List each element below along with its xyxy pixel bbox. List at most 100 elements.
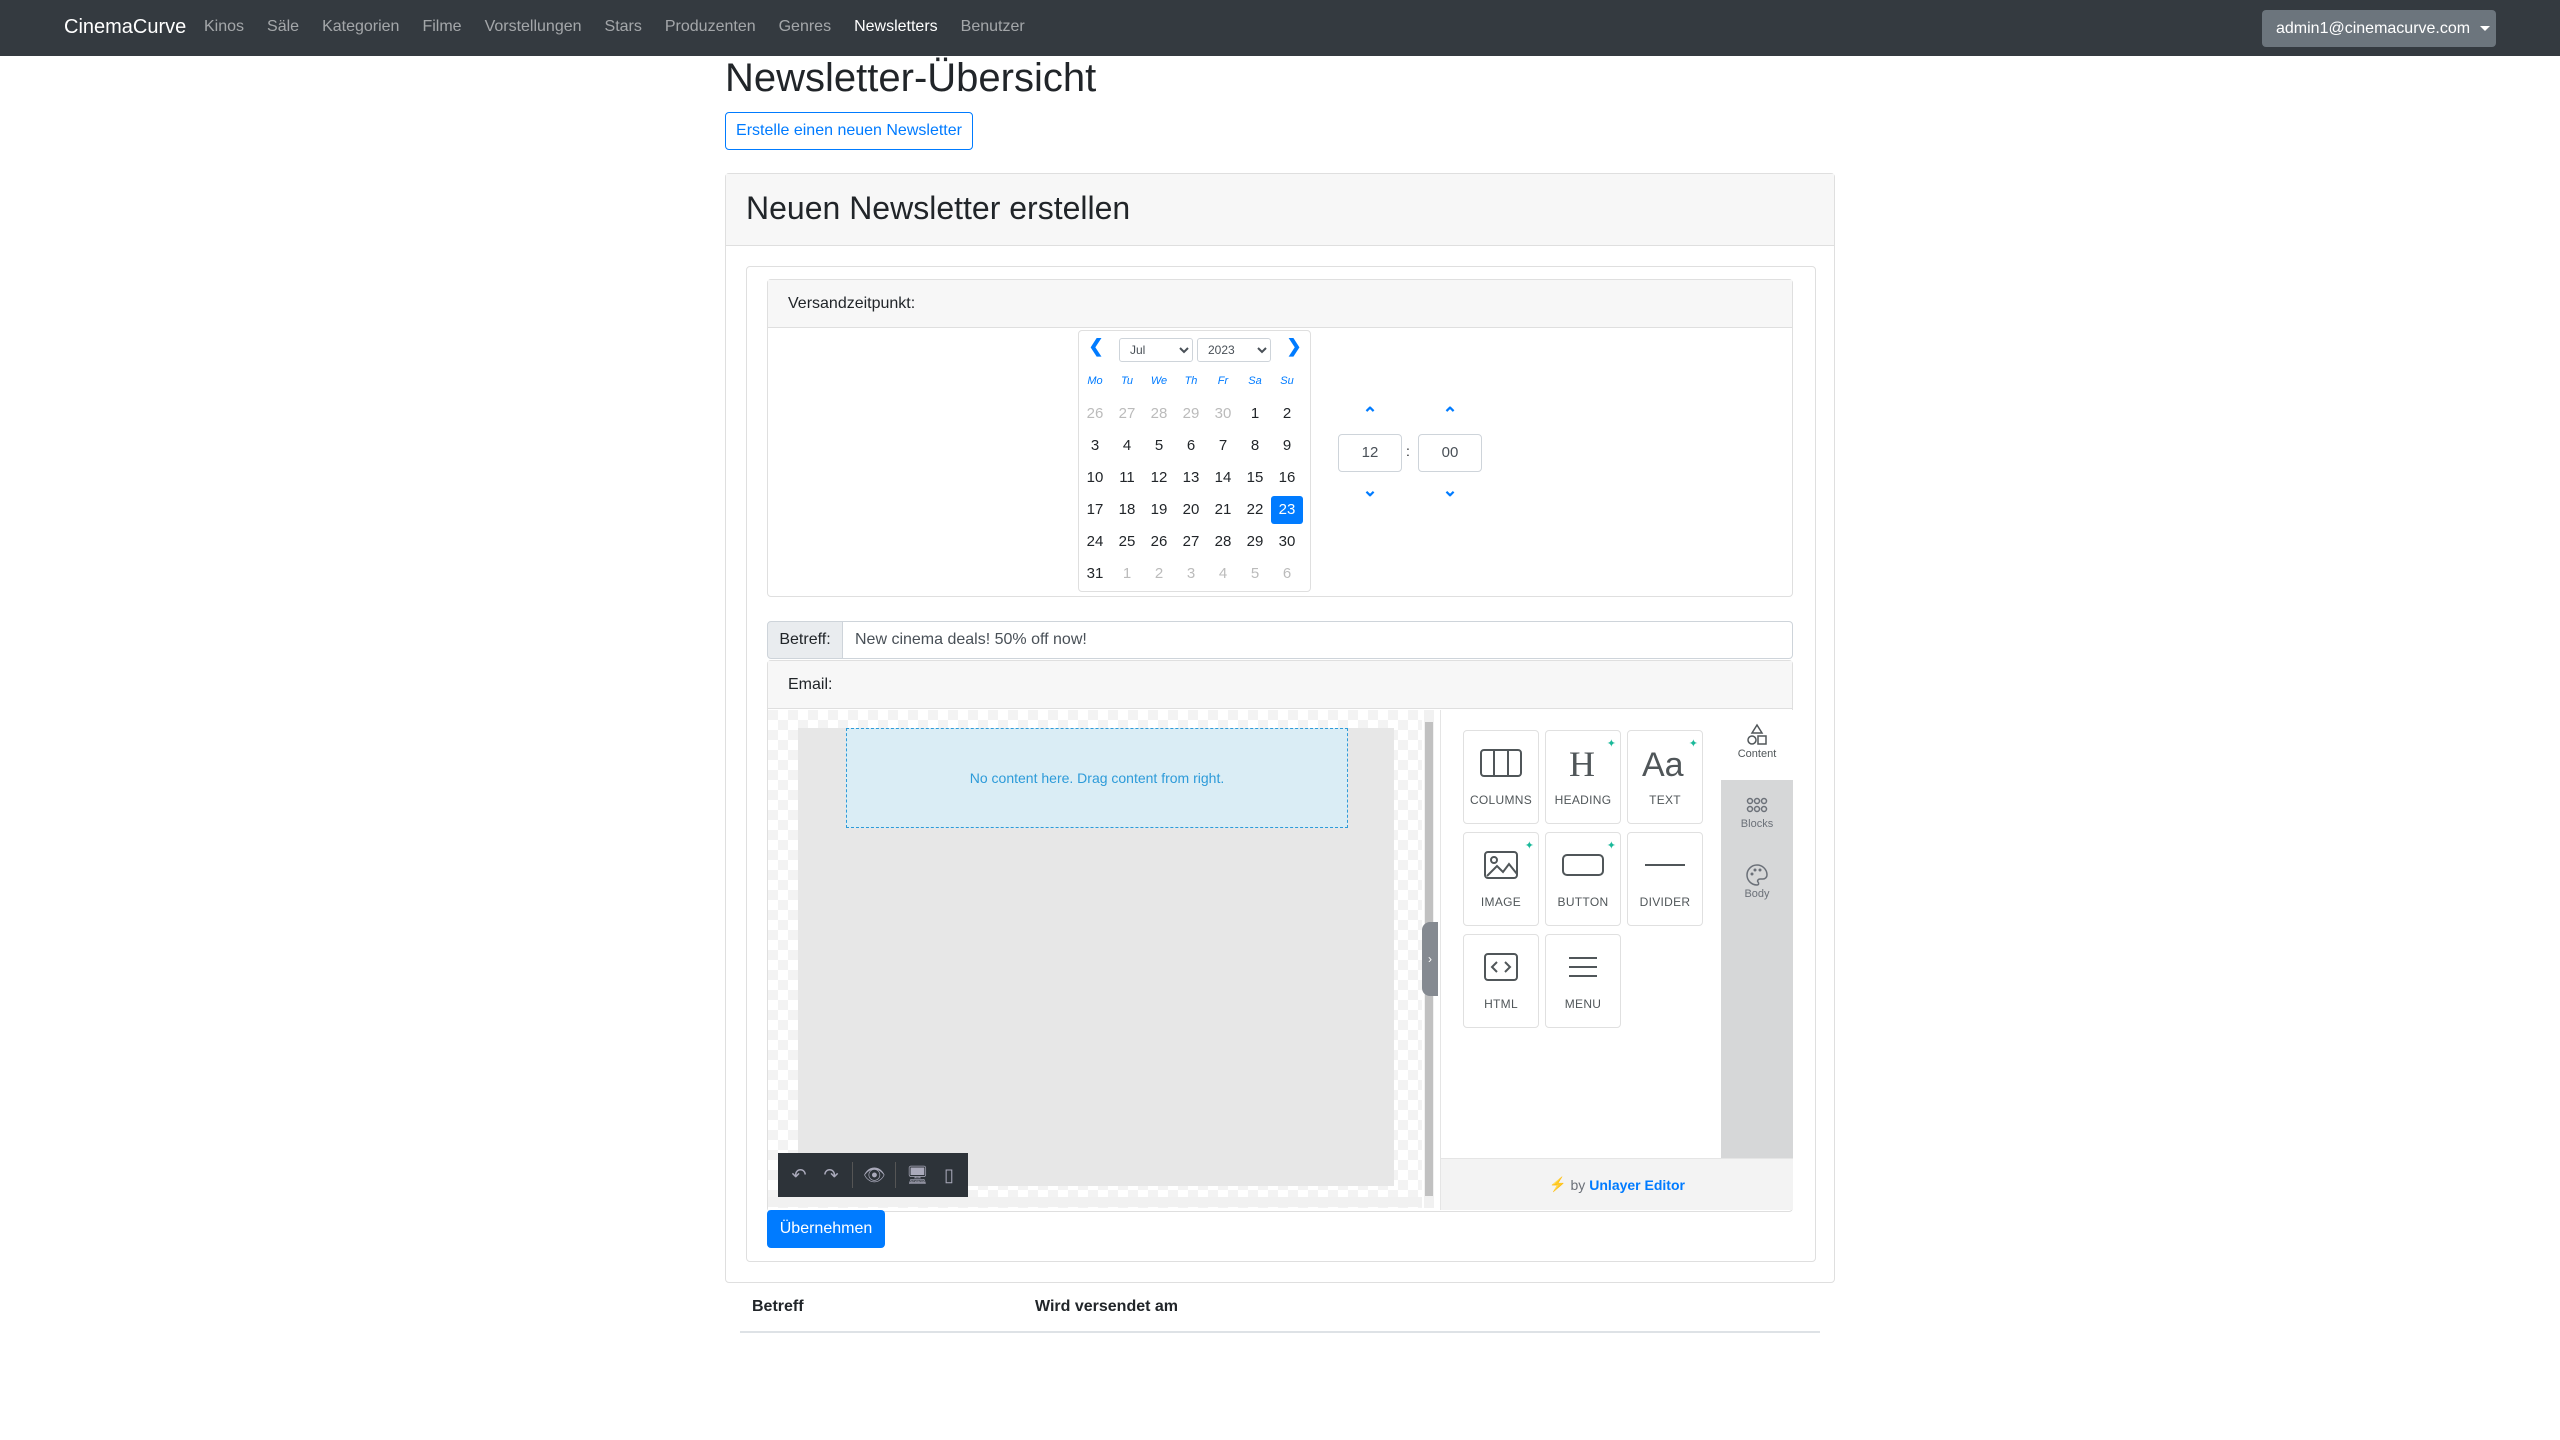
day-cell[interactable]: 26 bbox=[1079, 400, 1111, 428]
day-cell[interactable]: 13 bbox=[1175, 464, 1207, 492]
editor-canvas[interactable]: No content here. Drag content from right… bbox=[768, 710, 1422, 1208]
day-cell[interactable]: 29 bbox=[1175, 400, 1207, 428]
day-cell[interactable]: 30 bbox=[1271, 528, 1303, 556]
minute-input[interactable]: 00 bbox=[1418, 434, 1482, 472]
tab-content[interactable]: Content bbox=[1721, 710, 1793, 780]
day-cell[interactable]: 17 bbox=[1079, 496, 1111, 524]
branding-link[interactable]: Unlayer Editor bbox=[1589, 1177, 1685, 1193]
unlayer-branding[interactable]: ⚡ by Unlayer Editor bbox=[1441, 1158, 1793, 1210]
column-header-subject[interactable]: Betreff bbox=[752, 1298, 1035, 1316]
day-cell[interactable]: 21 bbox=[1207, 496, 1239, 524]
nav-link-vorstellungen[interactable]: Vorstellungen bbox=[485, 18, 582, 36]
day-cell[interactable]: 6 bbox=[1271, 560, 1303, 588]
apply-button[interactable]: Übernehmen bbox=[767, 1210, 885, 1248]
day-cell[interactable]: 4 bbox=[1111, 432, 1143, 460]
minute-increment-icon[interactable]: ⌃ bbox=[1440, 404, 1460, 425]
day-cell[interactable]: 29 bbox=[1239, 528, 1271, 556]
subject-input[interactable]: New cinema deals! 50% off now! bbox=[843, 621, 1793, 659]
day-cell[interactable]: 4 bbox=[1207, 560, 1239, 588]
day-cell[interactable]: 7 bbox=[1207, 432, 1239, 460]
weekday-label: Mo bbox=[1087, 375, 1103, 387]
panel-toggle-chevron-icon[interactable]: › bbox=[1422, 922, 1438, 996]
column-header-send-date[interactable]: Wird versendet am bbox=[1035, 1298, 1178, 1316]
nav-link-kinos[interactable]: Kinos bbox=[204, 18, 244, 36]
nav-link-stars[interactable]: Stars bbox=[605, 18, 642, 36]
tab-blocks[interactable]: Blocks bbox=[1721, 780, 1793, 850]
nav-link-genres[interactable]: Genres bbox=[779, 18, 831, 36]
preview-eye-icon[interactable]: 👁 bbox=[863, 1165, 886, 1186]
day-cell[interactable]: 10 bbox=[1079, 464, 1111, 492]
day-cell[interactable]: 6 bbox=[1175, 432, 1207, 460]
subject-input-group: Betreff: New cinema deals! 50% off now! bbox=[767, 621, 1793, 659]
hour-decrement-icon[interactable]: ⌄ bbox=[1360, 480, 1380, 501]
nav-link-saele[interactable]: Säle bbox=[267, 18, 299, 36]
week-row: 17 18 19 20 21 22 23 bbox=[1079, 496, 1310, 524]
tool-divider[interactable]: DIVIDER bbox=[1627, 832, 1703, 926]
undo-icon[interactable]: ↶ bbox=[788, 1165, 810, 1186]
chevron-left-icon[interactable]: ❮ bbox=[1087, 337, 1105, 355]
desktop-icon[interactable]: 🖥 bbox=[906, 1165, 929, 1186]
day-cell[interactable]: 8 bbox=[1239, 432, 1271, 460]
day-cell[interactable]: 18 bbox=[1111, 496, 1143, 524]
create-newsletter-button[interactable]: Erstelle einen neuen Newsletter bbox=[725, 112, 973, 150]
day-cell[interactable]: 16 bbox=[1271, 464, 1303, 492]
tab-body[interactable]: Body bbox=[1721, 850, 1793, 920]
day-cell[interactable]: 20 bbox=[1175, 496, 1207, 524]
year-select[interactable]: 2023 bbox=[1197, 338, 1271, 362]
tool-heading[interactable]: ✦ H HEADING bbox=[1545, 730, 1621, 824]
day-cell[interactable]: 2 bbox=[1271, 400, 1303, 428]
tool-text[interactable]: ✦ Aa TEXT bbox=[1627, 730, 1703, 824]
tool-html[interactable]: HTML bbox=[1463, 934, 1539, 1028]
nav-link-benutzer[interactable]: Benutzer bbox=[961, 18, 1025, 36]
day-cell[interactable]: 15 bbox=[1239, 464, 1271, 492]
empty-drop-zone[interactable]: No content here. Drag content from right… bbox=[846, 728, 1348, 828]
sparkle-icon: ✦ bbox=[1524, 840, 1534, 852]
month-select[interactable]: Jul bbox=[1119, 338, 1193, 362]
day-cell[interactable]: 31 bbox=[1079, 560, 1111, 588]
day-cell[interactable]: 5 bbox=[1239, 560, 1271, 588]
day-cell[interactable]: 5 bbox=[1143, 432, 1175, 460]
horizontal-scrollbar[interactable] bbox=[768, 1197, 1422, 1207]
hour-increment-icon[interactable]: ⌃ bbox=[1360, 404, 1380, 425]
day-cell-selected[interactable]: 23 bbox=[1271, 496, 1303, 524]
day-cell[interactable]: 2 bbox=[1143, 560, 1175, 588]
tool-image[interactable]: ✦ IMAGE bbox=[1463, 832, 1539, 926]
day-cell[interactable]: 1 bbox=[1239, 400, 1271, 428]
day-cell[interactable]: 22 bbox=[1239, 496, 1271, 524]
user-email: admin1@cinemacurve.com bbox=[2276, 19, 2471, 37]
nav-link-kategorien[interactable]: Kategorien bbox=[322, 18, 399, 36]
day-cell[interactable]: 24 bbox=[1079, 528, 1111, 556]
brand-logo[interactable]: CinemaCurve bbox=[64, 16, 186, 39]
minute-decrement-icon[interactable]: ⌄ bbox=[1440, 480, 1460, 501]
chevron-right-icon[interactable]: ❯ bbox=[1285, 337, 1303, 355]
day-cell[interactable]: 1 bbox=[1111, 560, 1143, 588]
svg-text:Aa: Aa bbox=[1642, 746, 1684, 780]
day-cell[interactable]: 28 bbox=[1207, 528, 1239, 556]
day-cell[interactable]: 28 bbox=[1143, 400, 1175, 428]
user-menu-button[interactable]: admin1@cinemacurve.com bbox=[2262, 10, 2496, 47]
nav-link-produzenten[interactable]: Produzenten bbox=[665, 18, 756, 36]
subject-label: Betreff: bbox=[767, 621, 843, 659]
weekday-label: Fr bbox=[1217, 375, 1229, 387]
tool-columns[interactable]: COLUMNS bbox=[1463, 730, 1539, 824]
day-cell[interactable]: 12 bbox=[1143, 464, 1175, 492]
day-cell[interactable]: 25 bbox=[1111, 528, 1143, 556]
day-cell[interactable]: 11 bbox=[1111, 464, 1143, 492]
day-cell[interactable]: 19 bbox=[1143, 496, 1175, 524]
day-cell[interactable]: 27 bbox=[1175, 528, 1207, 556]
day-cell[interactable]: 27 bbox=[1111, 400, 1143, 428]
day-cell[interactable]: 3 bbox=[1079, 432, 1111, 460]
page-title: Newsletter-Übersicht bbox=[725, 56, 1097, 100]
day-cell[interactable]: 3 bbox=[1175, 560, 1207, 588]
nav-link-newsletters[interactable]: Newsletters bbox=[854, 18, 938, 36]
mobile-icon[interactable]: ▯ bbox=[938, 1165, 960, 1186]
tool-button[interactable]: ✦ BUTTON bbox=[1545, 832, 1621, 926]
day-cell[interactable]: 26 bbox=[1143, 528, 1175, 556]
redo-icon[interactable]: ↷ bbox=[820, 1165, 842, 1186]
day-cell[interactable]: 14 bbox=[1207, 464, 1239, 492]
tool-menu[interactable]: MENU bbox=[1545, 934, 1621, 1028]
nav-link-filme[interactable]: Filme bbox=[422, 18, 461, 36]
day-cell[interactable]: 9 bbox=[1271, 432, 1303, 460]
hour-input[interactable]: 12 bbox=[1338, 434, 1402, 472]
day-cell[interactable]: 30 bbox=[1207, 400, 1239, 428]
